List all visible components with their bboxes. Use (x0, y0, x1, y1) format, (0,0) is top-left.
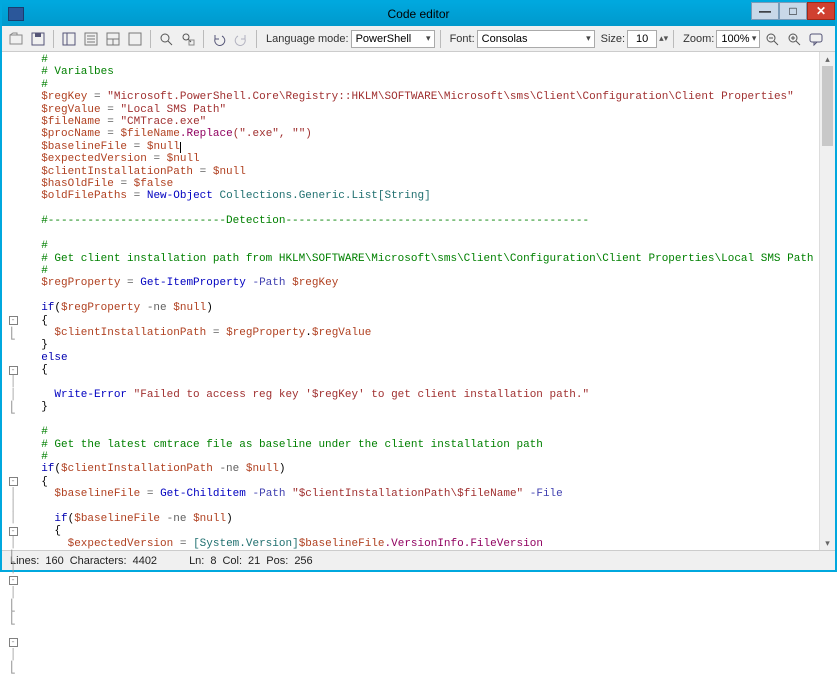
separator (256, 30, 257, 48)
minimize-button[interactable]: — (751, 2, 779, 20)
fold-toggle-icon[interactable]: - (9, 477, 18, 486)
ln-label: Ln: (189, 555, 204, 567)
replace-icon[interactable] (178, 29, 198, 49)
separator (53, 30, 54, 48)
scroll-up-icon[interactable]: ▴ (820, 52, 835, 66)
size-label: Size: (601, 33, 625, 45)
zoom-label: Zoom: (683, 33, 714, 45)
title-bar: Code editor — □ ✕ (2, 2, 835, 26)
fold-toggle-icon[interactable]: - (9, 316, 18, 325)
window-controls: — □ ✕ (751, 2, 835, 20)
size-spinner[interactable]: ▴▾ (659, 33, 668, 44)
maximize-button[interactable]: □ (779, 2, 807, 20)
pos-label: Pos: (266, 555, 288, 567)
feedback-icon[interactable] (806, 29, 826, 49)
chars-value: 4402 (133, 555, 157, 567)
language-mode-select[interactable]: PowerShell (351, 30, 435, 48)
separator (203, 30, 204, 48)
fold-toggle-icon[interactable]: - (9, 638, 18, 647)
close-button[interactable]: ✕ (807, 2, 835, 20)
toolbar: Language mode: PowerShell Font: Consolas… (2, 26, 835, 52)
col-value: 21 (248, 555, 260, 567)
vertical-scrollbar[interactable]: ▴ ▾ (819, 52, 835, 550)
zoom-in-icon[interactable] (784, 29, 804, 49)
window-title: Code editor (387, 7, 449, 21)
zoom-select[interactable]: 100% (716, 30, 760, 48)
app-icon (8, 7, 24, 21)
fold-toggle-icon[interactable]: - (9, 366, 18, 375)
search-icon[interactable] (156, 29, 176, 49)
pos-value: 256 (294, 555, 312, 567)
separator (673, 30, 674, 48)
separator (150, 30, 151, 48)
open-file-icon[interactable] (6, 29, 26, 49)
col-label: Col: (222, 555, 242, 567)
outline-icon[interactable] (81, 29, 101, 49)
font-label: Font: (450, 33, 475, 45)
scroll-down-icon[interactable]: ▾ (820, 536, 835, 550)
save-icon[interactable] (28, 29, 48, 49)
redo-icon[interactable] (231, 29, 251, 49)
font-size-input[interactable] (627, 30, 657, 48)
fold-gutter: -⎣-││⎣-│││-│⎣│-│⎣⎣-│⎣ (2, 52, 24, 550)
language-mode-label: Language mode: (266, 33, 349, 45)
fold-toggle-icon[interactable]: - (9, 576, 18, 585)
fold-toggle-icon[interactable]: - (9, 527, 18, 536)
wrap-icon[interactable] (125, 29, 145, 49)
chars-label: Characters: (70, 555, 127, 567)
scrollbar-thumb[interactable] (822, 66, 833, 146)
toggle-panel-icon[interactable] (59, 29, 79, 49)
separator (440, 30, 441, 48)
status-bar: Lines: 160 Characters: 4402 Ln: 8 Col: 2… (2, 550, 835, 570)
ln-value: 8 (210, 555, 216, 567)
font-select[interactable]: Consolas (477, 30, 595, 48)
code-area[interactable]: # # Varialbes # $regKey = "Microsoft.Pow… (24, 52, 819, 550)
editor: -⎣-││⎣-│││-│⎣│-│⎣⎣-│⎣ # # Varialbes # $r… (2, 52, 835, 550)
layout-icon[interactable] (103, 29, 123, 49)
lines-value: 160 (45, 555, 63, 567)
undo-icon[interactable] (209, 29, 229, 49)
zoom-out-icon[interactable] (762, 29, 782, 49)
text-cursor (180, 142, 181, 153)
